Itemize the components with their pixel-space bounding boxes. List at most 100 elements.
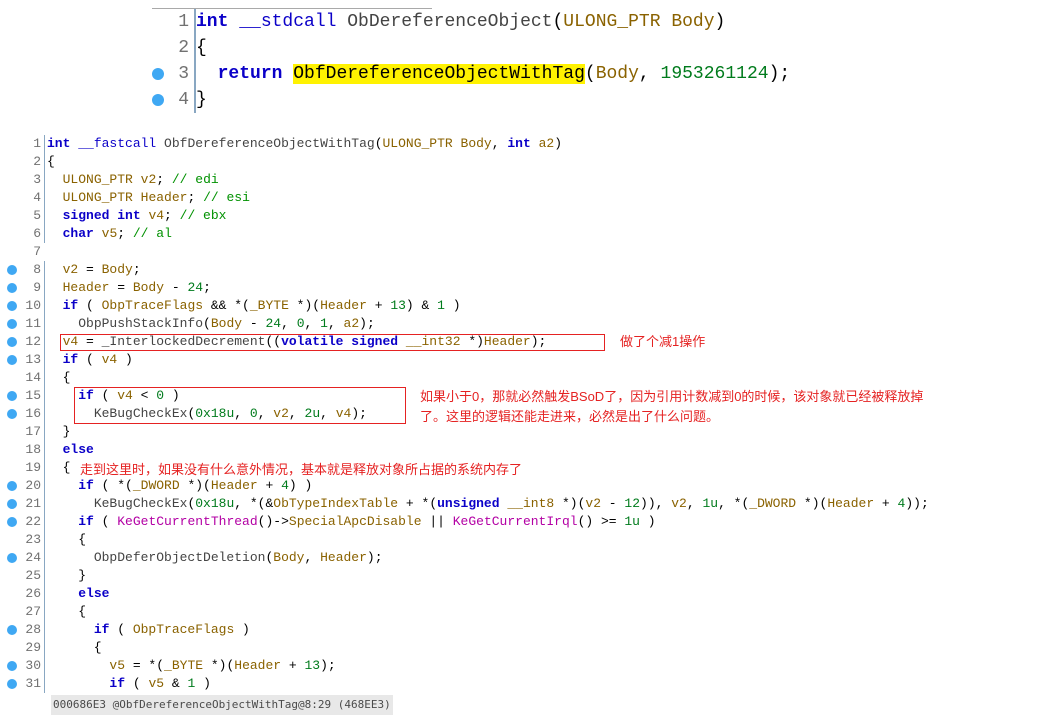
code-text[interactable]: ObpPushStackInfo(Body - 24, 0, 1, a2); <box>44 315 375 333</box>
breakpoint-icon[interactable] <box>7 481 17 491</box>
code-line[interactable]: 22 if ( KeGetCurrentThread()->SpecialApc… <box>24 513 1061 531</box>
gutter[interactable]: 25 <box>24 567 44 585</box>
code-text[interactable]: Header = Body - 24; <box>44 279 211 297</box>
gutter[interactable]: 23 <box>24 531 44 549</box>
code-line[interactable]: 8 v2 = Body; <box>24 261 1061 279</box>
code-text[interactable]: } <box>44 567 86 585</box>
gutter[interactable]: 6 <box>24 225 44 243</box>
breakpoint-icon[interactable] <box>7 499 17 509</box>
code-text[interactable]: if ( v4 ) <box>44 351 133 369</box>
code-text[interactable]: { <box>44 639 102 657</box>
code-line[interactable]: 11 ObpPushStackInfo(Body - 24, 0, 1, a2)… <box>24 315 1061 333</box>
breakpoint-icon[interactable] <box>152 94 164 106</box>
code-text[interactable]: } <box>44 423 70 441</box>
gutter[interactable]: 10 <box>24 297 44 315</box>
breakpoint-icon[interactable] <box>7 301 17 311</box>
code-line[interactable]: 3 return ObfDereferenceObjectWithTag(Bod… <box>0 61 1061 87</box>
code-line[interactable]: 4 ULONG_PTR Header; // esi <box>24 189 1061 207</box>
code-text[interactable]: { <box>44 531 86 549</box>
gutter[interactable]: 30 <box>24 657 44 675</box>
breakpoint-icon[interactable] <box>7 409 17 419</box>
code-text[interactable]: else <box>44 441 94 459</box>
breakpoint-icon[interactable] <box>7 517 17 527</box>
code-text[interactable]: ULONG_PTR Header; // esi <box>44 189 250 207</box>
code-line[interactable]: 10 if ( ObpTraceFlags && *(_BYTE *)(Head… <box>24 297 1061 315</box>
gutter[interactable]: 29 <box>24 639 44 657</box>
code-text[interactable]: { <box>44 369 70 387</box>
breakpoint-icon[interactable] <box>7 337 17 347</box>
gutter[interactable]: 22 <box>24 513 44 531</box>
code-text[interactable]: if ( KeGetCurrentThread()->SpecialApcDis… <box>44 513 656 531</box>
code-line[interactable]: 21 KeBugCheckEx(0x18u, *(&ObTypeIndexTab… <box>24 495 1061 513</box>
code-line[interactable]: 13 if ( v4 ) <box>24 351 1061 369</box>
gutter[interactable]: 3 <box>24 171 44 189</box>
gutter[interactable]: 26 <box>24 585 44 603</box>
code-line[interactable]: 12 v4 = _InterlockedDecrement((volatile … <box>24 333 1061 351</box>
code-text[interactable]: v5 = *(_BYTE *)(Header + 13); <box>44 657 336 675</box>
breakpoint-icon[interactable] <box>7 553 17 563</box>
code-line[interactable]: 3 ULONG_PTR v2; // edi <box>24 171 1061 189</box>
code-line[interactable]: 6 char v5; // al <box>24 225 1061 243</box>
gutter[interactable]: 17 <box>24 423 44 441</box>
code-line[interactable]: 30 v5 = *(_BYTE *)(Header + 13); <box>24 657 1061 675</box>
code-text[interactable]: int __fastcall ObfDereferenceObjectWithT… <box>44 135 562 153</box>
gutter[interactable]: 14 <box>24 369 44 387</box>
gutter[interactable]: 2 <box>0 35 194 61</box>
breakpoint-icon[interactable] <box>7 625 17 635</box>
gutter[interactable]: 4 <box>24 189 44 207</box>
gutter[interactable]: 7 <box>24 243 44 261</box>
code-line[interactable]: 9 Header = Body - 24; <box>24 279 1061 297</box>
gutter[interactable]: 28 <box>24 621 44 639</box>
breakpoint-icon[interactable] <box>7 679 17 689</box>
gutter[interactable]: 1 <box>24 135 44 153</box>
code-text[interactable]: if ( v4 < 0 ) <box>44 387 180 405</box>
code-line[interactable]: 31 if ( v5 & 1 ) <box>24 675 1061 693</box>
gutter[interactable]: 31 <box>24 675 44 693</box>
gutter[interactable]: 24 <box>24 549 44 567</box>
code-text[interactable]: if ( v5 & 1 ) <box>44 675 211 693</box>
gutter[interactable]: 5 <box>24 207 44 225</box>
code-line[interactable]: 23 { <box>24 531 1061 549</box>
code-text[interactable]: if ( ObpTraceFlags ) <box>44 621 250 639</box>
code-line[interactable]: 2{ <box>0 35 1061 61</box>
code-text[interactable]: char v5; // al <box>44 225 172 243</box>
code-line[interactable]: 29 { <box>24 639 1061 657</box>
code-text[interactable]: { <box>44 459 70 477</box>
code-text[interactable]: { <box>44 603 86 621</box>
code-line[interactable]: 26 else <box>24 585 1061 603</box>
code-line[interactable]: 25 } <box>24 567 1061 585</box>
code-line[interactable]: 24 ObpDeferObjectDeletion(Body, Header); <box>24 549 1061 567</box>
gutter[interactable]: 9 <box>24 279 44 297</box>
gutter[interactable]: 27 <box>24 603 44 621</box>
code-text[interactable]: ObpDeferObjectDeletion(Body, Header); <box>44 549 383 567</box>
code-line[interactable]: 14 { <box>24 369 1061 387</box>
code-text[interactable]: signed int v4; // ebx <box>44 207 226 225</box>
breakpoint-icon[interactable] <box>7 283 17 293</box>
code-text[interactable]: int __stdcall ObDereferenceObject(ULONG_… <box>194 9 725 35</box>
gutter[interactable]: 3 <box>0 61 194 87</box>
code-line[interactable]: 5 signed int v4; // ebx <box>24 207 1061 225</box>
gutter[interactable]: 16 <box>24 405 44 423</box>
code-line[interactable]: 1int __fastcall ObfDereferenceObjectWith… <box>24 135 1061 153</box>
code-text[interactable]: v4 = _InterlockedDecrement((volatile sig… <box>44 333 546 351</box>
code-text[interactable]: KeBugCheckEx(0x18u, *(&ObTypeIndexTable … <box>44 495 929 513</box>
code-line[interactable]: 27 { <box>24 603 1061 621</box>
gutter[interactable]: 4 <box>0 87 194 113</box>
gutter[interactable]: 15 <box>24 387 44 405</box>
code-text[interactable]: else <box>44 585 109 603</box>
gutter[interactable]: 12 <box>24 333 44 351</box>
gutter[interactable]: 11 <box>24 315 44 333</box>
breakpoint-icon[interactable] <box>152 68 164 80</box>
code-text[interactable]: KeBugCheckEx(0x18u, 0, v2, 2u, v4); <box>44 405 367 423</box>
code-text[interactable]: { <box>194 35 207 61</box>
code-line[interactable]: 4} <box>0 87 1061 113</box>
code-line[interactable]: 2{ <box>24 153 1061 171</box>
gutter[interactable]: 20 <box>24 477 44 495</box>
code-text[interactable]: return ObfDereferenceObjectWithTag(Body,… <box>194 61 790 87</box>
gutter[interactable]: 8 <box>24 261 44 279</box>
code-line[interactable]: 28 if ( ObpTraceFlags ) <box>24 621 1061 639</box>
gutter[interactable]: 1 <box>0 9 194 35</box>
code-line[interactable]: 18 else <box>24 441 1061 459</box>
code-line[interactable]: 20 if ( *(_DWORD *)(Header + 4) ) <box>24 477 1061 495</box>
code-text[interactable]: if ( *(_DWORD *)(Header + 4) ) <box>44 477 312 495</box>
